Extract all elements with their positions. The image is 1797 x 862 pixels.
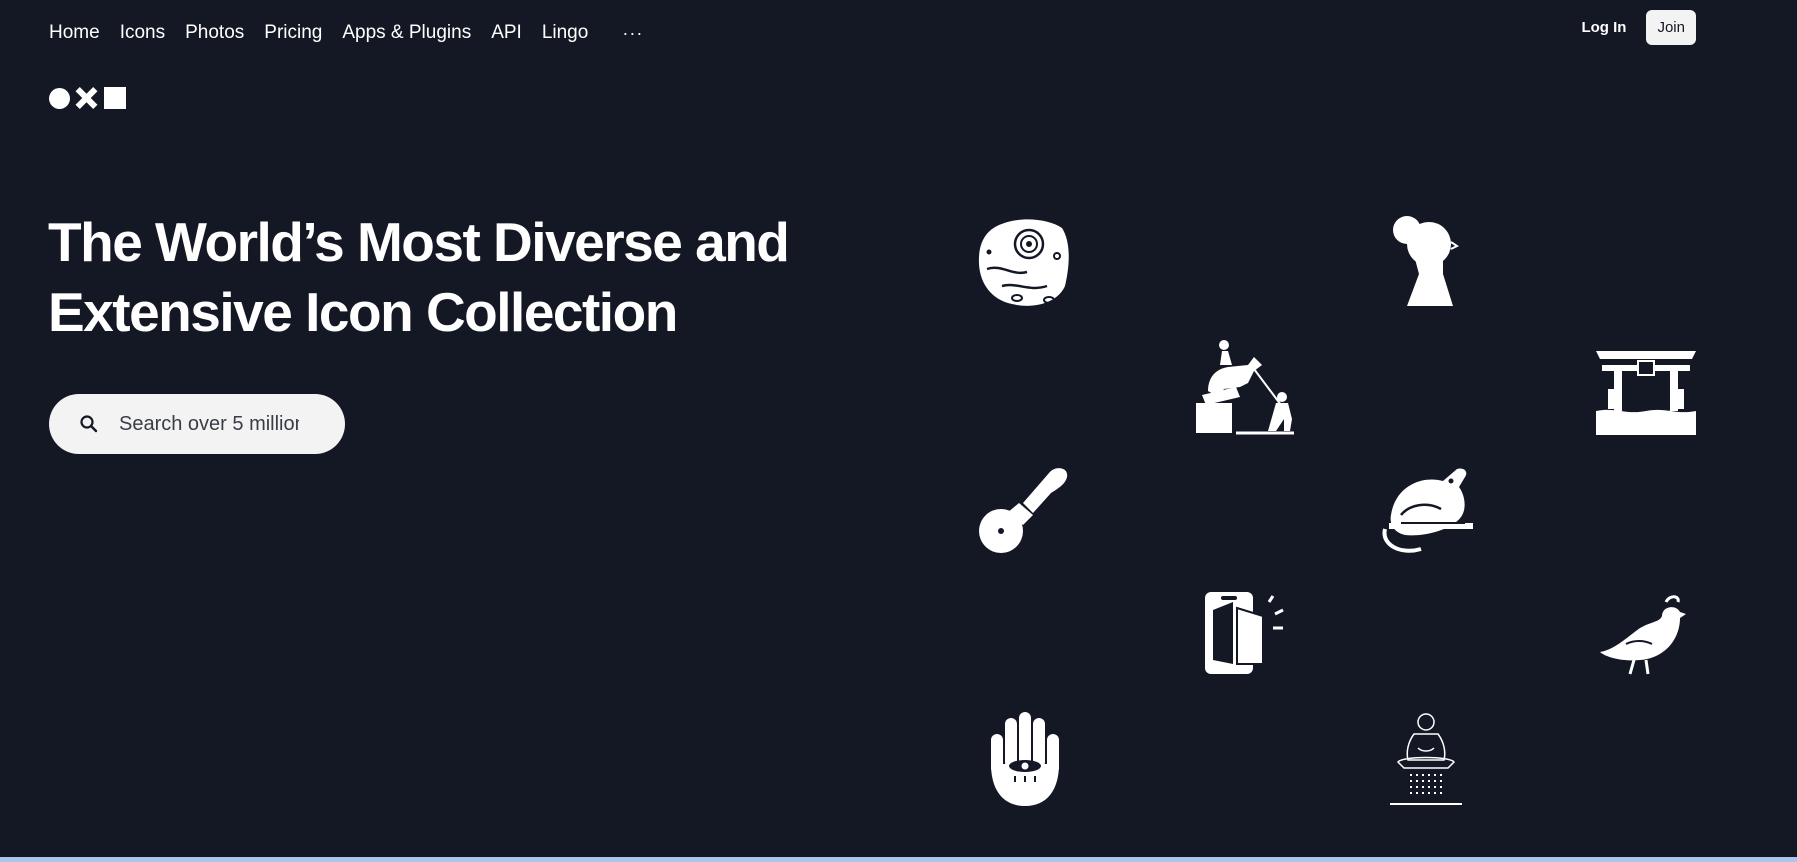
auth-actions: Log In Join	[1581, 10, 1696, 45]
nav-apps-plugins[interactable]: Apps & Plugins	[342, 22, 471, 44]
search-icon	[80, 415, 98, 433]
search-bar[interactable]	[49, 394, 345, 454]
logo-cross-icon	[75, 87, 97, 109]
search-input[interactable]	[117, 411, 301, 437]
logo[interactable]	[49, 87, 126, 109]
nav-photos[interactable]: Photos	[185, 22, 244, 44]
hero-title: The World’s Most Diverse and Extensive I…	[48, 211, 790, 343]
frog-on-branch-icon	[1381, 465, 1473, 555]
nav-pricing[interactable]: Pricing	[264, 22, 322, 44]
nav-lingo[interactable]: Lingo	[542, 22, 589, 44]
nav-icons[interactable]: Icons	[120, 22, 165, 44]
pizza-cutter-icon	[979, 463, 1071, 555]
ammonite-fossil-icon	[977, 214, 1072, 309]
phone-door-exit-icon	[1203, 590, 1295, 676]
more-menu-button[interactable]: ···	[622, 23, 643, 44]
woman-hair-bun-icon	[1393, 214, 1463, 309]
torii-gate-icon	[1596, 349, 1696, 435]
join-button[interactable]: Join	[1646, 10, 1696, 45]
accent-bar	[0, 857, 1797, 862]
statue-toppling-icon	[1196, 335, 1294, 435]
logo-circle-icon	[49, 87, 70, 109]
login-link[interactable]: Log In	[1581, 19, 1626, 36]
quail-icon	[1600, 594, 1692, 676]
meditating-statue-icon	[1388, 712, 1464, 808]
hamsa-eye-hand-icon	[985, 710, 1065, 808]
nav-home[interactable]: Home	[49, 22, 100, 44]
nav-api[interactable]: API	[491, 22, 522, 44]
main-nav: Home Icons Photos Pricing Apps & Plugins…	[49, 22, 643, 44]
logo-square-icon	[104, 87, 126, 109]
